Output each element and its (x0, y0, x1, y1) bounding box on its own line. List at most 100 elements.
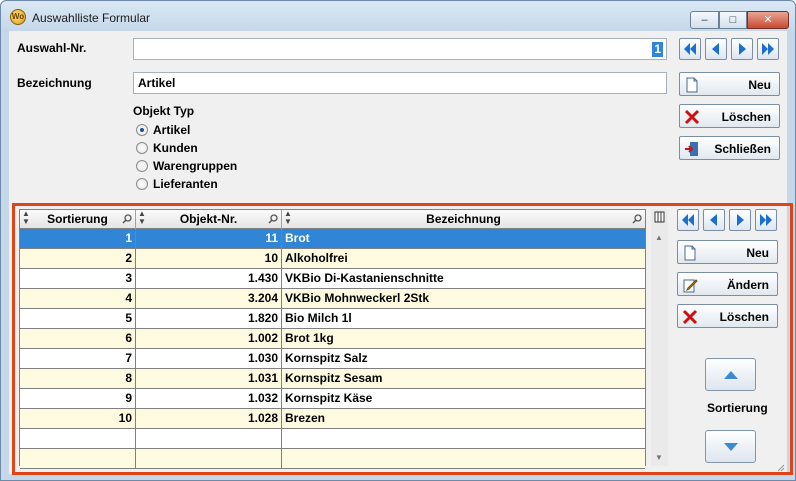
grid-nav-prev-button[interactable] (703, 209, 725, 231)
auswahl-nr-field[interactable]: 1 (133, 38, 667, 60)
radio-label-lieferanten: Lieferanten (153, 177, 218, 191)
cell-bezeichnung[interactable] (282, 429, 645, 448)
cell-bezeichnung[interactable]: Kornspitz Sesam (282, 369, 645, 388)
bezeichnung-field[interactable]: Artikel (133, 72, 667, 94)
column-header-bezeichnung[interactable]: ▲ ▼ Bezeichnung (282, 210, 645, 229)
cell-sortierung[interactable]: 10 (20, 409, 136, 428)
grid-header: ▲ ▼ Sortierung ▲ ▼ Objekt-Nr. ▲ ▼ Bezeichnu… (20, 210, 645, 229)
cell-sortierung[interactable]: 3 (20, 269, 136, 288)
grid-nav-first-button[interactable] (677, 209, 699, 231)
close-icon: ✕ (763, 14, 773, 26)
nav-first-button[interactable] (679, 38, 701, 60)
cell-objekt-nr[interactable]: 1.002 (136, 329, 282, 348)
cell-sortierung[interactable]: 6 (20, 329, 136, 348)
title-bar[interactable]: Wo Auswahlliste Formular – □ ✕ (1, 1, 795, 31)
table-row[interactable]: 8 1.031 Kornspitz Sesam (20, 369, 645, 389)
arrow-up-icon (724, 371, 738, 379)
cell-sortierung[interactable]: 9 (20, 389, 136, 408)
nav-last-button[interactable] (757, 38, 779, 60)
loeschen-button-label: Löschen (721, 110, 771, 124)
table-row[interactable]: 9 1.032 Kornspitz Käse (20, 389, 645, 409)
cell-objekt-nr[interactable]: 1.430 (136, 269, 282, 288)
next-icon (737, 214, 744, 226)
neu-button[interactable]: Neu (679, 72, 780, 96)
table-row[interactable] (20, 449, 645, 469)
cell-sortierung[interactable]: 4 (20, 289, 136, 308)
column-chooser-icon[interactable] (654, 211, 665, 223)
cell-sortierung[interactable]: 5 (20, 309, 136, 328)
sort-icon: ▲ ▼ (284, 209, 292, 226)
schliessen-button[interactable]: Schließen (679, 136, 780, 160)
scroll-down-icon[interactable]: ▼ (655, 453, 663, 462)
cell-bezeichnung[interactable]: Kornspitz Salz (282, 349, 645, 368)
radio-dot-kunden (136, 142, 148, 154)
cell-objekt-nr[interactable]: 1.031 (136, 369, 282, 388)
cell-objekt-nr[interactable]: 3.204 (136, 289, 282, 308)
cell-sortierung[interactable] (20, 429, 136, 448)
cell-bezeichnung[interactable]: Brot 1kg (282, 329, 645, 348)
last-icon (762, 43, 774, 55)
cell-sortierung[interactable]: 7 (20, 349, 136, 368)
cell-bezeichnung[interactable]: VKBio Mohnweckerl 2Stk (282, 289, 645, 308)
cell-sortierung[interactable]: 2 (20, 249, 136, 268)
aendern-button-label: Ändern (727, 278, 769, 292)
grid-neu-button[interactable]: Neu (677, 240, 778, 264)
search-icon (122, 214, 132, 224)
nav-prev-button[interactable] (705, 38, 727, 60)
grid-nav-last-button[interactable] (755, 209, 777, 231)
close-button[interactable]: ✕ (747, 11, 789, 29)
cell-objekt-nr[interactable]: 10 (136, 249, 282, 268)
cell-objekt-nr[interactable]: 1.820 (136, 309, 282, 328)
column-label-sortierung: Sortierung (47, 212, 108, 226)
maximize-button[interactable]: □ (719, 11, 747, 29)
table-row[interactable] (20, 429, 645, 449)
cell-bezeichnung[interactable]: Kornspitz Käse (282, 389, 645, 408)
cell-objekt-nr[interactable] (136, 429, 282, 448)
schliessen-button-label: Schließen (714, 142, 771, 156)
new-document-icon (686, 77, 698, 93)
maximize-icon: □ (729, 14, 737, 26)
cell-sortierung[interactable]: 8 (20, 369, 136, 388)
cell-objekt-nr[interactable]: 1.030 (136, 349, 282, 368)
minimize-button[interactable]: – (690, 11, 719, 29)
table-row[interactable]: 6 1.002 Brot 1kg (20, 329, 645, 349)
resize-grip-icon[interactable] (775, 462, 785, 472)
scroll-up-icon[interactable]: ▲ (655, 233, 663, 242)
new-document-icon (684, 245, 696, 261)
grid-vertical-scrollbar[interactable]: ▲ ▼ (651, 209, 668, 466)
cell-sortierung[interactable] (20, 449, 136, 468)
cell-objekt-nr[interactable]: 1.032 (136, 389, 282, 408)
cell-bezeichnung[interactable]: Brezen (282, 409, 645, 428)
cell-bezeichnung[interactable] (282, 449, 645, 468)
table-row[interactable]: 1 11 Brot (20, 229, 645, 249)
data-grid[interactable]: ▲ ▼ Sortierung ▲ ▼ Objekt-Nr. ▲ ▼ Bezeichnu… (19, 209, 646, 469)
nav-next-button[interactable] (731, 38, 753, 60)
cell-bezeichnung[interactable]: Alkoholfrei (282, 249, 645, 268)
loeschen-button[interactable]: Löschen (679, 104, 780, 128)
table-row[interactable]: 4 3.204 VKBio Mohnweckerl 2Stk (20, 289, 645, 309)
table-row[interactable]: 7 1.030 Kornspitz Salz (20, 349, 645, 369)
cell-sortierung[interactable]: 1 (20, 229, 136, 248)
cell-bezeichnung[interactable]: VKBio Di-Kastanienschnitte (282, 269, 645, 288)
grid-nav-next-button[interactable] (729, 209, 751, 231)
table-row[interactable]: 2 10 Alkoholfrei (20, 249, 645, 269)
grid-loeschen-button[interactable]: Löschen (677, 304, 778, 328)
grid-section: ▲ ▼ Sortierung ▲ ▼ Objekt-Nr. ▲ ▼ Bezeichnu… (12, 203, 793, 475)
column-header-objekt-nr[interactable]: ▲ ▼ Objekt-Nr. (136, 210, 282, 229)
move-up-button[interactable] (705, 358, 756, 391)
column-header-sortierung[interactable]: ▲ ▼ Sortierung (20, 210, 136, 229)
table-row[interactable]: 10 1.028 Brezen (20, 409, 645, 429)
cell-objekt-nr[interactable]: 1.028 (136, 409, 282, 428)
cell-objekt-nr[interactable] (136, 449, 282, 468)
cell-bezeichnung[interactable]: Brot (282, 229, 645, 248)
table-row[interactable]: 5 1.820 Bio Milch 1l (20, 309, 645, 329)
move-down-button[interactable] (705, 430, 756, 463)
radio-dot-warengruppen (136, 160, 148, 172)
sort-icon: ▲ ▼ (138, 209, 146, 226)
neu-button-label: Neu (748, 78, 771, 92)
cell-bezeichnung[interactable]: Bio Milch 1l (282, 309, 645, 328)
window: Wo Auswahlliste Formular – □ ✕ Auswahl-N… (0, 0, 796, 481)
cell-objekt-nr[interactable]: 11 (136, 229, 282, 248)
table-row[interactable]: 3 1.430 VKBio Di-Kastanienschnitte (20, 269, 645, 289)
aendern-button[interactable]: Ändern (677, 272, 778, 296)
